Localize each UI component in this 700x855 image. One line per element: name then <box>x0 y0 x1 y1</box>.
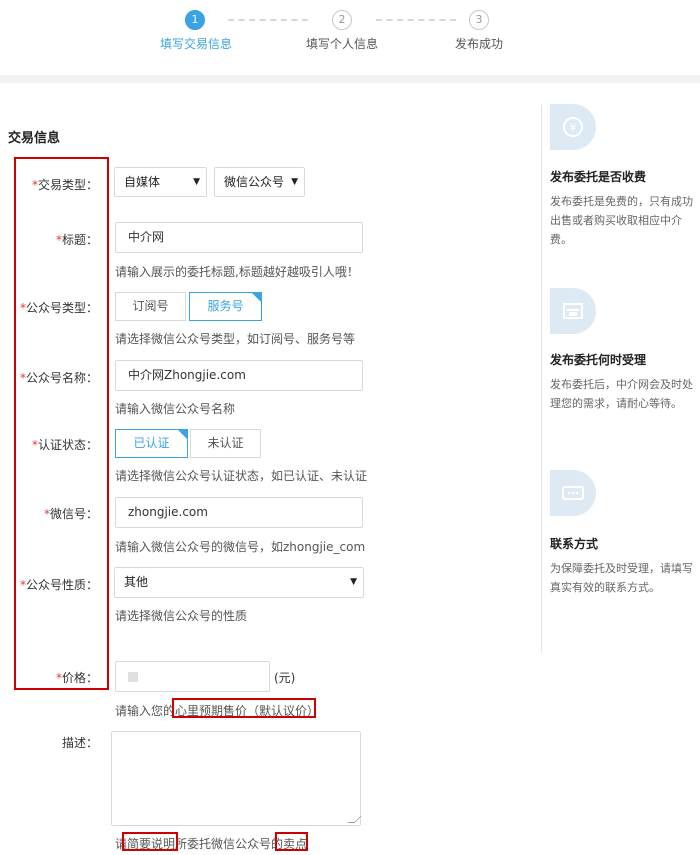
account-nature-select[interactable]: 其他 ▼ <box>114 567 364 598</box>
caret-down-icon: ▼ <box>350 577 357 587</box>
step-1-label: 填写交易信息 <box>160 37 233 51</box>
header-separator <box>0 75 700 83</box>
step-2: 2 填写个人信息 <box>306 10 378 52</box>
step-3-number: 3 <box>469 10 489 30</box>
tip-timing-title: 发布委托何时受理 <box>550 353 647 367</box>
step-1-number: 1 <box>185 10 205 30</box>
price-input[interactable] <box>115 661 270 692</box>
highlight-box-required-labels <box>14 157 109 690</box>
progress-stepper: 1 填写交易信息 2 填写个人信息 3 发布成功 <box>0 0 700 75</box>
step-1: 1 填写交易信息 <box>160 10 233 52</box>
tip-contact-text: 为保障委托及时受理，请填写真实有效的联系方式。 <box>550 562 693 594</box>
verify-status-hint: 请选择微信公众号认证状态，如已认证、未认证 <box>115 469 368 483</box>
account-name-input[interactable]: 中介网Zhongjie.com <box>115 360 363 391</box>
price-placeholder-block <box>128 672 138 682</box>
caret-down-icon: ▼ <box>291 177 298 187</box>
highlight-box-price-hint <box>172 698 316 718</box>
step-3-label: 发布成功 <box>454 37 503 51</box>
step-3: 3 发布成功 <box>454 10 504 52</box>
price-unit: (元) <box>274 671 296 685</box>
step-2-number: 2 <box>332 10 352 30</box>
title-input[interactable]: 中介网 <box>115 222 363 253</box>
contact-card-icon <box>550 470 596 516</box>
wechat-id-input[interactable]: zhongjie.com <box>115 497 363 528</box>
sidebar-divider <box>541 105 542 653</box>
caret-down-icon: ▼ <box>193 177 200 187</box>
tip-contact-title: 联系方式 <box>550 537 599 551</box>
section-title: 交易信息 <box>8 131 61 146</box>
trade-category-select[interactable]: 自媒体 ▼ <box>114 167 207 197</box>
trade-subcategory-select[interactable]: 微信公众号 ▼ <box>214 167 305 197</box>
title-hint: 请输入展示的委托标题,标题越好越吸引人哦！ <box>115 265 359 279</box>
resize-grip-icon[interactable] <box>347 816 362 823</box>
account-name-hint: 请输入微信公众号名称 <box>115 402 236 416</box>
tip-fee-title: 发布委托是否收费 <box>550 170 647 184</box>
document-icon <box>550 288 596 334</box>
svg-text:¥: ¥ <box>570 121 577 134</box>
verify-option-unverified[interactable]: 未认证 <box>190 429 261 458</box>
tip-fee-text: 发布委托是免费的，只有成功出售或者购买收取相应中介费。 <box>550 195 693 246</box>
check-icon: ✔ <box>255 299 261 307</box>
step-connector <box>228 19 308 21</box>
tip-timing-text: 发布委托后，中介网会及时处理您的需求，请耐心等待。 <box>550 378 693 410</box>
account-type-option-service[interactable]: 服务号 ✔ <box>189 292 262 321</box>
description-textarea[interactable] <box>111 731 362 826</box>
wechat-id-hint: 请输入微信公众号的微信号，如zhongjie_com <box>115 540 366 554</box>
account-nature-hint: 请选择微信公众号的性质 <box>115 609 248 623</box>
highlight-box-selling-point <box>275 832 308 851</box>
hand-coin-icon: ¥ <box>550 104 596 150</box>
account-type-option-subscription[interactable]: 订阅号 <box>115 292 186 321</box>
step-connector <box>376 19 456 21</box>
step-2-label: 填写个人信息 <box>306 37 379 51</box>
description-label: 描述： <box>61 736 98 750</box>
check-icon: ✔ <box>181 436 187 444</box>
account-type-hint: 请选择微信公众号类型，如订阅号、服务号等 <box>115 332 356 346</box>
highlight-box-brief-description <box>122 832 178 851</box>
verify-option-verified[interactable]: 已认证 ✔ <box>115 429 188 458</box>
